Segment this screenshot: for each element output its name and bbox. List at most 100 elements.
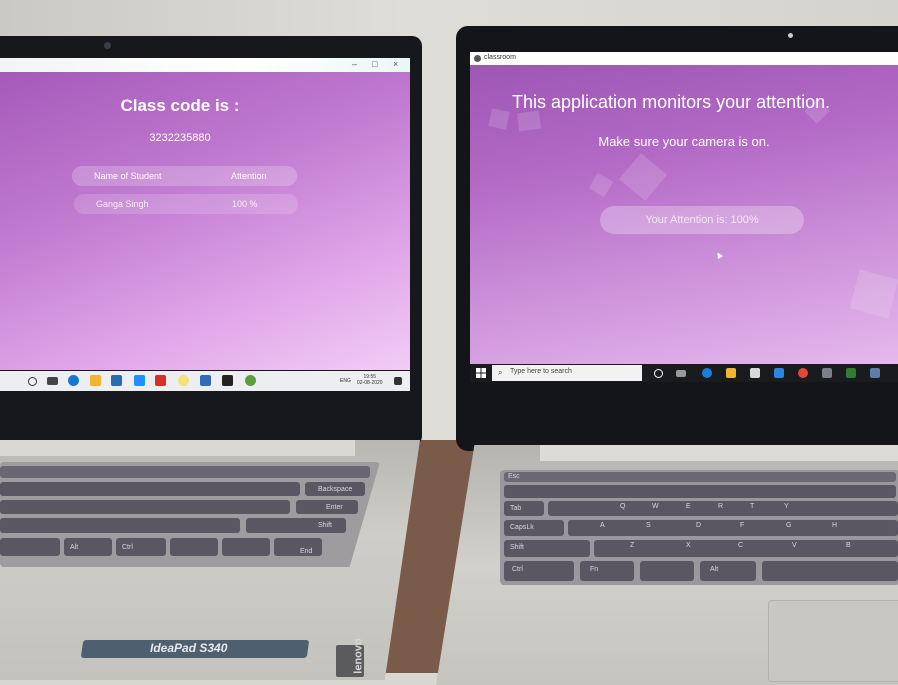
esc-label: Esc bbox=[508, 473, 520, 480]
windows-start-icon[interactable] bbox=[476, 368, 486, 378]
mouse-cursor-icon bbox=[714, 250, 724, 260]
notification-icon[interactable] bbox=[394, 377, 402, 385]
task-view-icon[interactable] bbox=[47, 377, 58, 385]
key-s-label: S bbox=[646, 522, 651, 529]
arrow-down-key[interactable] bbox=[222, 538, 270, 556]
store-icon[interactable] bbox=[750, 368, 760, 378]
chrome-icon[interactable] bbox=[798, 368, 808, 378]
settings-app-icon[interactable] bbox=[822, 368, 832, 378]
terminal-icon[interactable] bbox=[222, 375, 233, 386]
key-g-label: G bbox=[786, 522, 792, 529]
bottom-letter-row[interactable] bbox=[0, 518, 240, 533]
right-laptop-hinge bbox=[540, 445, 898, 461]
maximize-button[interactable]: □ bbox=[372, 59, 377, 69]
key-d-label: D bbox=[696, 522, 702, 529]
shift-label: Shift bbox=[510, 544, 525, 551]
app-icon bbox=[474, 55, 481, 62]
decor-diamond bbox=[588, 172, 614, 198]
enter-label: Enter bbox=[326, 504, 343, 511]
key-f-label: F bbox=[740, 522, 745, 529]
decor-square bbox=[488, 108, 510, 130]
word-icon[interactable] bbox=[200, 375, 211, 386]
key-b-label: B bbox=[846, 542, 851, 549]
student-window-titlebar: classroom bbox=[470, 52, 898, 65]
left-laptop-hinge bbox=[0, 440, 355, 456]
attention-status-text: Your Attention is: 100% bbox=[645, 214, 759, 226]
cortana-icon[interactable] bbox=[28, 377, 37, 386]
task-view-icon[interactable] bbox=[676, 370, 686, 377]
key-c-label: C bbox=[738, 542, 744, 549]
left-windows-taskbar: ENG bbox=[0, 371, 410, 391]
edge-browser-icon[interactable] bbox=[702, 368, 712, 378]
edge-browser-icon[interactable] bbox=[68, 375, 79, 386]
key-h-label: H bbox=[832, 522, 838, 529]
minimize-button[interactable]: – bbox=[352, 59, 357, 69]
end-label: End bbox=[300, 548, 313, 555]
function-key-row[interactable] bbox=[504, 472, 896, 482]
number-key-row[interactable] bbox=[0, 482, 300, 496]
key-y-label: Y bbox=[784, 503, 789, 510]
window-title: classroom bbox=[484, 54, 516, 61]
key-x-label: X bbox=[686, 542, 691, 549]
file-explorer-icon[interactable] bbox=[726, 368, 736, 378]
arrow-right-key[interactable] bbox=[274, 538, 322, 556]
teacher-window-titlebar: – □ × bbox=[0, 58, 410, 72]
file-explorer-icon[interactable] bbox=[90, 375, 101, 386]
key-q-label: Q bbox=[620, 503, 626, 510]
decor-diamond bbox=[619, 153, 667, 201]
windows-key[interactable] bbox=[640, 561, 694, 581]
key-z-label: Z bbox=[630, 542, 635, 549]
column-header-attention: Attention bbox=[231, 171, 267, 181]
ctrl-label: Ctrl bbox=[512, 566, 523, 573]
bottom-letter-row[interactable] bbox=[594, 540, 898, 557]
capslock-label: CapsLk bbox=[510, 524, 534, 531]
close-button[interactable]: × bbox=[393, 59, 398, 69]
key-e-label: E bbox=[686, 503, 691, 510]
space-key[interactable] bbox=[762, 561, 898, 581]
right-windows-taskbar: ⌕ Type here to search bbox=[470, 364, 898, 382]
class-code-value: 3232235880 bbox=[149, 132, 211, 144]
language-indicator[interactable]: ENG bbox=[340, 378, 351, 384]
left-webcam bbox=[104, 42, 111, 49]
brand-label: lenovo bbox=[352, 638, 365, 674]
function-key-row[interactable] bbox=[0, 466, 370, 478]
backspace-label: Backspace bbox=[318, 486, 353, 493]
classroom-app-icon[interactable] bbox=[870, 368, 880, 378]
fn-label: Fn bbox=[590, 566, 599, 573]
student-app-screen: classroom This application monitors your… bbox=[470, 52, 898, 364]
arrow-left-key[interactable] bbox=[170, 538, 218, 556]
teacher-dashboard-screen: – □ × Class code is : 3232235880 Name of… bbox=[0, 58, 410, 370]
mail-icon[interactable] bbox=[774, 368, 784, 378]
right-trackpad[interactable] bbox=[768, 600, 898, 682]
search-placeholder: Type here to search bbox=[510, 368, 572, 375]
mail-icon[interactable] bbox=[134, 375, 145, 386]
number-key-row[interactable] bbox=[504, 485, 896, 498]
alt-label: Alt bbox=[70, 544, 79, 551]
top-letter-row[interactable] bbox=[0, 500, 290, 514]
camera-instruction: Make sure your camera is on. bbox=[598, 134, 770, 149]
key-r-label: R bbox=[718, 503, 724, 510]
space-key-left[interactable] bbox=[0, 538, 60, 556]
system-clock[interactable]: 19:55 02-08-2020 bbox=[357, 374, 383, 386]
app-heading: This application monitors your attention… bbox=[512, 92, 831, 112]
column-header-name: Name of Student bbox=[94, 171, 162, 181]
fn-key[interactable] bbox=[580, 561, 634, 581]
student-attention-cell: 100 % bbox=[232, 199, 258, 209]
class-code-title: Class code is : bbox=[120, 96, 240, 115]
left-keyboard: Backspace Enter Shift Alt Ctrl End bbox=[0, 462, 380, 567]
home-letter-row[interactable] bbox=[568, 520, 898, 536]
chrome-icon[interactable] bbox=[245, 375, 256, 386]
alt-label: Alt bbox=[710, 566, 719, 573]
lightbulb-icon[interactable] bbox=[178, 375, 189, 386]
store-icon[interactable] bbox=[111, 375, 122, 386]
key-v-label: V bbox=[792, 542, 797, 549]
key-w-label: W bbox=[652, 503, 659, 510]
python-app-icon[interactable] bbox=[846, 368, 856, 378]
clock-date: 02-08-2020 bbox=[357, 380, 383, 386]
alt-key[interactable] bbox=[700, 561, 756, 581]
key-t-label: T bbox=[750, 503, 755, 510]
student-name-cell: Ganga Singh bbox=[96, 199, 149, 209]
gmail-icon[interactable] bbox=[155, 375, 166, 386]
cortana-icon[interactable] bbox=[654, 369, 663, 378]
decor-square bbox=[849, 269, 898, 319]
